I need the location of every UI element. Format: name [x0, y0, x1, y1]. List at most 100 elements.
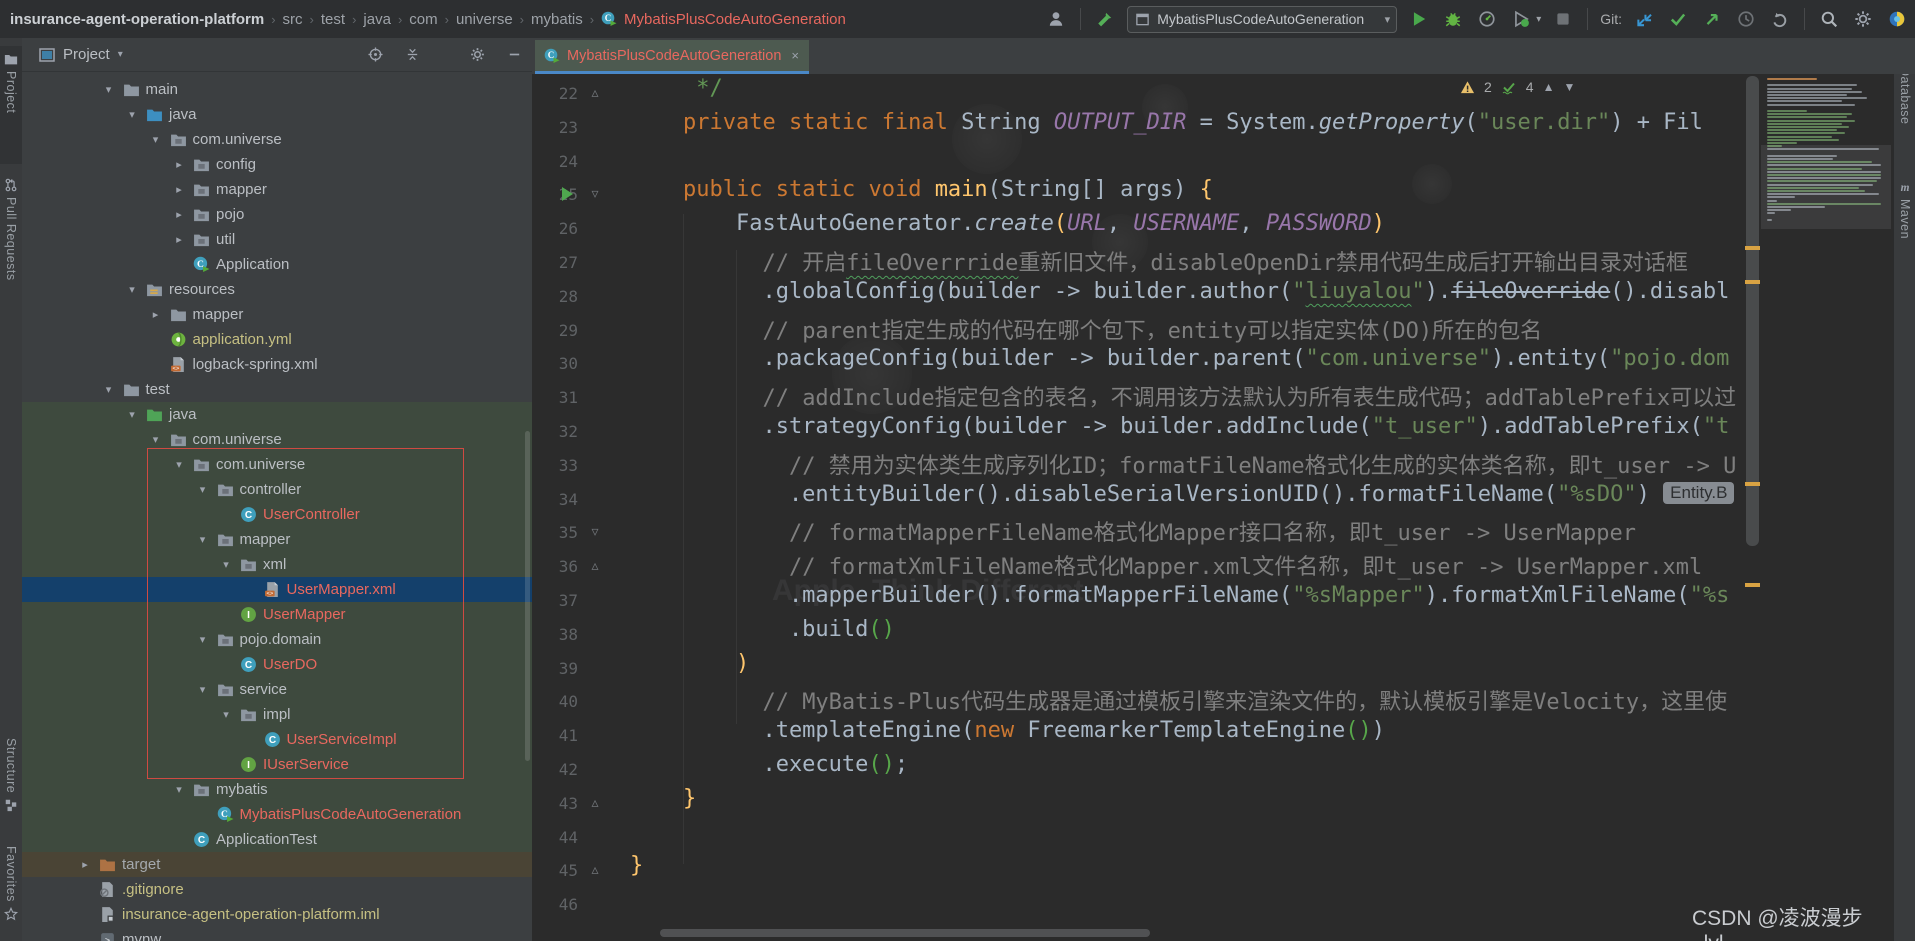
breadcrumb-project[interactable]: insurance-agent-operation-platform	[10, 11, 264, 28]
chevron-collapsed-icon[interactable]: ▸	[172, 208, 186, 221]
error-stripe-mark[interactable]	[1745, 482, 1760, 486]
tree-row[interactable]: C MybatisPlusCodeAutoGeneration	[22, 802, 532, 827]
tree-row[interactable]: C Application	[22, 252, 532, 277]
sidebar-item-structure[interactable]: Structure	[0, 738, 22, 838]
settings-button[interactable]	[1851, 7, 1875, 31]
breadcrumb-item[interactable]: universe	[456, 11, 513, 28]
chevron-expanded-icon[interactable]: ▾	[125, 408, 139, 421]
breadcrumb-item[interactable]: com	[409, 11, 437, 28]
build-button[interactable]	[1093, 7, 1117, 31]
tree-row[interactable]: ▾ controller	[22, 477, 532, 502]
error-stripe-mark[interactable]	[1745, 246, 1760, 250]
tree-row[interactable]: C ApplicationTest	[22, 827, 532, 852]
tree-row[interactable]: ▾ com.universe	[22, 452, 532, 477]
tree-row[interactable]: .gitignore	[22, 877, 532, 902]
ide-colored-button[interactable]	[1885, 7, 1909, 31]
coverage-button[interactable]	[1509, 7, 1533, 31]
tree-row[interactable]: insurance-agent-operation-platform.iml	[22, 902, 532, 927]
chevron-down-icon[interactable]: ▾	[1536, 14, 1541, 25]
prev-problem-icon[interactable]: ▲	[1543, 80, 1555, 94]
fold-marker-icon[interactable]: ▿	[587, 185, 603, 202]
chevron-expanded-icon[interactable]: ▾	[196, 633, 210, 646]
profile-button[interactable]	[1475, 7, 1499, 31]
stop-button[interactable]	[1551, 7, 1575, 31]
tree-row[interactable]: ▾ test	[22, 377, 532, 402]
chevron-down-icon[interactable]: ▾	[118, 49, 123, 60]
run-configuration-combo[interactable]: MybatisPlusCodeAutoGeneration ▾	[1127, 5, 1398, 33]
tree-row[interactable]: ▾ main	[22, 77, 532, 102]
git-commit-button[interactable]	[1666, 7, 1690, 31]
fold-marker-icon[interactable]: ▵	[587, 794, 603, 811]
tree-row[interactable]: I UserMapper	[22, 602, 532, 627]
tree-row[interactable]: ▾ com.universe	[22, 127, 532, 152]
tree-row[interactable]: ▾ service	[22, 677, 532, 702]
hide-icon[interactable]	[507, 47, 522, 62]
history-button[interactable]	[1734, 7, 1758, 31]
tree-row[interactable]: ▾ impl	[22, 702, 532, 727]
debug-button[interactable]	[1441, 7, 1465, 31]
chevron-collapsed-icon[interactable]: ▸	[78, 858, 92, 871]
tree-row[interactable]: ▸ config	[22, 152, 532, 177]
chevron-collapsed-icon[interactable]: ▸	[149, 308, 163, 321]
vertical-scrollbar[interactable]	[1746, 76, 1759, 546]
sidebar-item-favorites[interactable]: Favorites	[0, 846, 22, 941]
chevron-expanded-icon[interactable]: ▾	[196, 683, 210, 696]
sidebar-item-pull-requests[interactable]: Pull Requests	[0, 172, 22, 300]
fold-marker-icon[interactable]: ▿	[587, 523, 603, 540]
git-update-button[interactable]	[1632, 7, 1656, 31]
chevron-expanded-icon[interactable]: ▾	[102, 383, 116, 396]
settings-small-icon[interactable]	[470, 47, 485, 62]
user-button[interactable]	[1044, 7, 1068, 31]
chevron-expanded-icon[interactable]: ▾	[172, 458, 186, 471]
git-push-button[interactable]	[1700, 7, 1724, 31]
tree-row[interactable]: ▸ target	[22, 852, 532, 877]
search-button[interactable]	[1817, 7, 1841, 31]
tab-mybatispluscodeautogeneration[interactable]: C MybatisPlusCodeAutoGeneration ×	[535, 40, 809, 74]
tree-row[interactable]: ▾ com.universe	[22, 427, 532, 452]
tree-row[interactable]: <> logback-spring.xml	[22, 352, 532, 377]
fold-marker-icon[interactable]: ▵	[587, 84, 603, 101]
error-stripe-mark[interactable]	[1745, 280, 1760, 284]
tree-row[interactable]: ▸ mapper	[22, 302, 532, 327]
project-panel-title[interactable]: Project	[63, 46, 110, 63]
tree-row[interactable]: ▾ java	[22, 102, 532, 127]
chevron-collapsed-icon[interactable]: ▸	[172, 158, 186, 171]
tree-row[interactable]: ▾ pojo.domain	[22, 627, 532, 652]
chevron-expanded-icon[interactable]: ▾	[149, 433, 163, 446]
minimap-viewport[interactable]	[1761, 145, 1891, 230]
breadcrumb-item[interactable]: src	[283, 11, 303, 28]
collapse-icon[interactable]	[405, 47, 420, 62]
tree-row[interactable]: ▾ mapper	[22, 527, 532, 552]
tree-row[interactable]: ▾ resources	[22, 277, 532, 302]
tree-row[interactable]: I IUserService	[22, 752, 532, 777]
tree-row[interactable]: C UserServiceImpl	[22, 727, 532, 752]
breadcrumb-item[interactable]: mybatis	[531, 11, 583, 28]
project-scrollbar[interactable]	[525, 431, 530, 761]
rollback-button[interactable]	[1768, 7, 1792, 31]
code-area[interactable]: 22 ▵ */ 23 private static final String OUT…	[532, 74, 1746, 941]
tree-row[interactable]: <> UserMapper.xml	[22, 577, 532, 602]
run-button[interactable]	[1407, 7, 1431, 31]
run-gutter-icon[interactable]	[562, 187, 573, 202]
code-editor[interactable]: Apple. Think Different. 22 ▵ */23 private…	[532, 74, 1893, 941]
breadcrumb-item[interactable]: test	[321, 11, 345, 28]
chevron-expanded-icon[interactable]: ▾	[219, 708, 233, 721]
breadcrumb-item[interactable]: java	[363, 11, 391, 28]
breadcrumb-file[interactable]: MybatisPlusCodeAutoGeneration	[624, 11, 846, 28]
breadcrumb[interactable]: insurance-agent-operation-platform › src › t…	[0, 11, 846, 28]
chevron-expanded-icon[interactable]: ▾	[172, 783, 186, 796]
locate-icon[interactable]	[368, 47, 383, 62]
chevron-expanded-icon[interactable]: ▾	[125, 108, 139, 121]
tree-row[interactable]: ▾ xml	[22, 552, 532, 577]
chevron-expanded-icon[interactable]: ▾	[219, 558, 233, 571]
sidebar-item-maven[interactable]: m Maven	[1894, 176, 1915, 268]
tree-row[interactable]: C UserController	[22, 502, 532, 527]
next-problem-icon[interactable]: ▼	[1563, 80, 1575, 94]
chevron-expanded-icon[interactable]: ▾	[196, 533, 210, 546]
sidebar-item-project[interactable]: Project	[0, 46, 22, 164]
tree-row[interactable]: ▸ pojo	[22, 202, 532, 227]
close-icon[interactable]: ×	[791, 48, 799, 63]
chevron-expanded-icon[interactable]: ▾	[196, 483, 210, 496]
chevron-expanded-icon[interactable]: ▾	[125, 283, 139, 296]
fold-marker-icon[interactable]: ▵	[587, 861, 603, 878]
